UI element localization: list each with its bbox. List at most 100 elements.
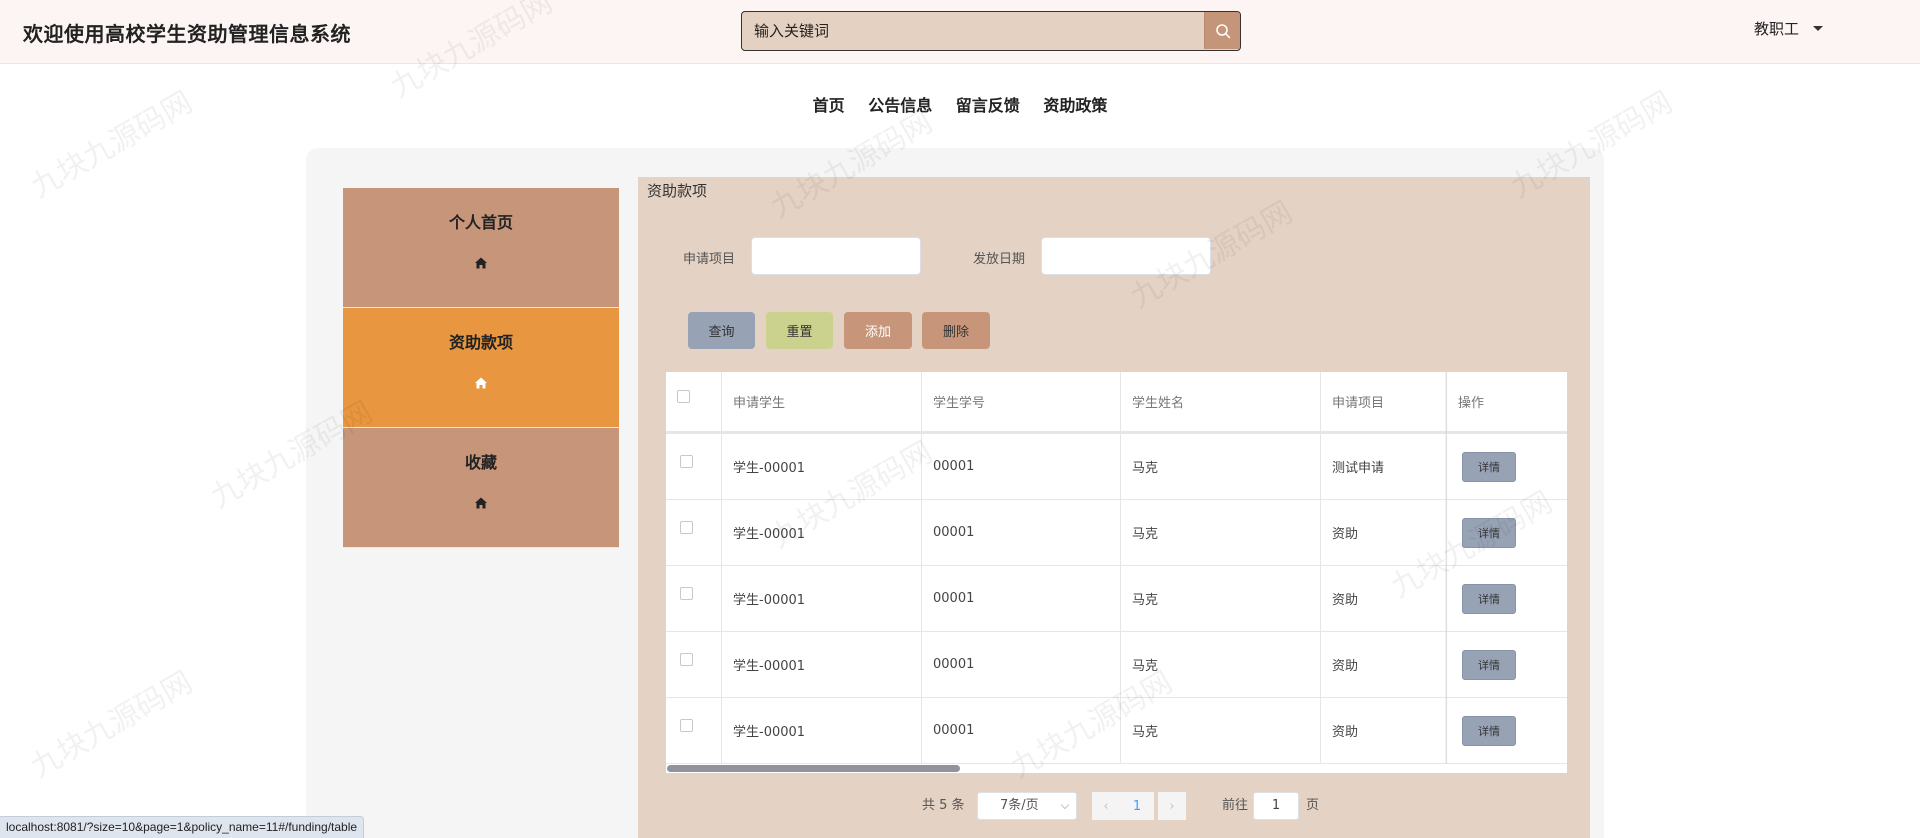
project-cell: 测试申请 [1321,434,1447,499]
row-select-cell [666,698,722,763]
search-button[interactable] [1204,12,1240,49]
student-cell: 学生-00001 [722,500,922,565]
project-cell: 资助 [1321,632,1447,697]
name-cell: 马克 [1121,500,1321,565]
name-cell: 马克 [1121,566,1321,631]
detail-button[interactable]: 详情 [1462,517,1516,548]
table-row: 学生-00001 00001 马克 资助 详情 [666,566,1567,632]
chevron-left-icon: ‹ [1103,798,1109,814]
nav-item-policy[interactable]: 资助政策 [1043,96,1107,115]
top-header: 欢迎使用高校学生资助管理信息系统 教职工 [0,0,1920,64]
action-cell: 详情 [1447,698,1567,763]
reset-button[interactable]: 重置 [766,312,833,349]
goto-suffix: 页 [1306,798,1320,813]
table-header-row: 申请学生 学生学号 学生姓名 申请项目 操作 [666,372,1567,431]
fixed-column-shadow [1445,372,1448,773]
funding-table: 申请学生 学生学号 学生姓名 申请项目 操作 学生-00001 00001 马克… [666,372,1567,773]
sidebar: 个人首页 资助款项 收藏 [343,188,619,548]
detail-button[interactable]: 详情 [1462,451,1516,482]
watermark: 九块九源码网 [25,664,199,786]
number-cell: 00001 [922,566,1121,631]
student-cell: 学生-00001 [722,434,922,499]
row-checkbox[interactable] [680,521,693,534]
column-header[interactable]: 申请学生 [722,372,922,431]
home-icon [475,257,487,269]
detail-button[interactable]: 详情 [1462,715,1516,746]
column-header[interactable]: 申请项目 [1321,372,1447,431]
action-cell: 详情 [1447,632,1567,697]
student-cell: 学生-00001 [722,566,922,631]
total-count: 共 5 条 [922,798,965,813]
project-cell: 资助 [1321,698,1447,763]
browser-status-url: localhost:8081/?size=10&page=1&policy_na… [0,816,365,838]
caret-down-icon [1813,26,1824,31]
name-cell: 马克 [1121,632,1321,697]
nav-item-home[interactable]: 首页 [813,96,845,115]
project-filter-label: 申请项目 [683,252,736,267]
chevron-right-icon: › [1169,798,1175,814]
row-checkbox[interactable] [680,719,693,732]
add-button[interactable]: 添加 [844,312,912,349]
table-row: 学生-00001 00001 马克 资助 详情 [666,500,1567,566]
sidebar-item-label: 资助款项 [448,333,513,352]
sidebar-item-funding[interactable]: 资助款项 [343,308,619,428]
row-select-cell [666,434,722,499]
nav-item-feedback[interactable]: 留言反馈 [956,96,1020,115]
sidebar-item-label: 个人首页 [448,213,513,232]
date-filter-input[interactable] [1041,237,1211,275]
goto-page-input[interactable]: 1 [1253,792,1299,820]
page-number-current[interactable]: 1 [1120,792,1154,820]
search-input[interactable] [742,12,1204,49]
goto-prefix: 前往 [1222,798,1249,813]
row-checkbox[interactable] [680,455,693,468]
row-checkbox[interactable] [680,653,693,666]
sidebar-item-favorites[interactable]: 收藏 [343,428,619,548]
table-horizontal-scrollbar[interactable] [666,764,1567,773]
date-filter-label: 发放日期 [973,252,1026,267]
search-icon [1215,23,1230,38]
detail-button[interactable]: 详情 [1462,583,1516,614]
number-cell: 00001 [922,698,1121,763]
page-size-select[interactable]: 7条/页 [977,792,1077,820]
home-icon [475,497,487,509]
scrollbar-thumb[interactable] [667,765,960,772]
project-filter-input[interactable] [751,237,921,275]
detail-button[interactable]: 详情 [1462,649,1516,680]
name-cell: 马克 [1121,434,1321,499]
column-header[interactable]: 学生学号 [922,372,1121,431]
select-all-checkbox[interactable] [677,390,690,403]
row-select-cell [666,500,722,565]
page-title: 资助款项 [647,182,708,200]
row-select-cell [666,632,722,697]
action-cell: 详情 [1447,434,1567,499]
search-box [741,11,1241,51]
number-cell: 00001 [922,500,1121,565]
home-icon [475,377,487,389]
number-cell: 00001 [922,632,1121,697]
nav-item-notice[interactable]: 公告信息 [868,96,932,115]
user-menu[interactable]: 教职工 [1754,18,1824,39]
student-cell: 学生-00001 [722,698,922,763]
student-cell: 学生-00001 [722,632,922,697]
action-cell: 详情 [1447,500,1567,565]
user-label: 教职工 [1754,20,1800,38]
column-header[interactable]: 学生姓名 [1121,372,1321,431]
name-cell: 马克 [1121,698,1321,763]
delete-button[interactable]: 删除 [922,312,990,349]
table-row: 学生-00001 00001 马克 资助 详情 [666,632,1567,698]
select-all-cell [666,372,722,431]
column-header: 操作 [1458,396,1485,411]
number-cell: 00001 [922,434,1121,499]
prev-page-button[interactable]: ‹ [1092,792,1120,820]
row-checkbox[interactable] [680,587,693,600]
next-page-button[interactable]: › [1158,792,1186,820]
query-button[interactable]: 查询 [688,312,755,349]
sidebar-item-profile[interactable]: 个人首页 [343,188,619,308]
site-title: 欢迎使用高校学生资助管理信息系统 [23,22,351,46]
content-area: 资助款项 申请项目 发放日期 查询 重置 添加 删除 申请学生 学生学号 学生姓… [638,177,1590,838]
page-size-value: 7条/页 [1000,798,1039,813]
project-cell: 资助 [1321,500,1447,565]
table-row: 学生-00001 00001 马克 测试申请 详情 [666,434,1567,500]
action-cell: 详情 [1447,566,1567,631]
project-cell: 资助 [1321,566,1447,631]
